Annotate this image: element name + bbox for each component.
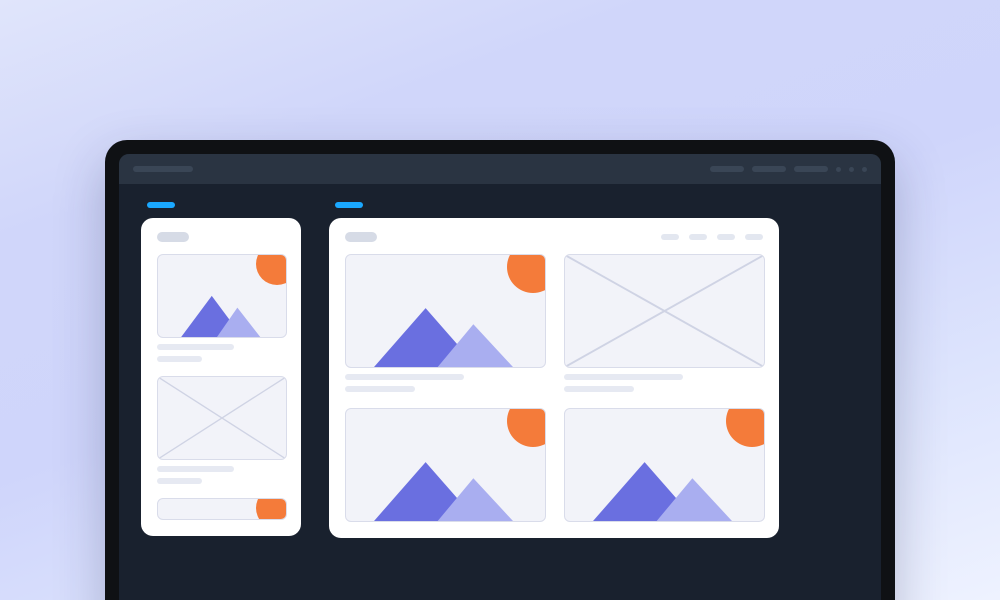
laptop-frame [105,140,895,600]
tab-indicator[interactable] [147,202,175,208]
nav-link-placeholder[interactable] [661,234,679,240]
menu-item-placeholder[interactable] [710,166,744,172]
card-thumbnail-wireframe [157,376,287,460]
window-control-dot[interactable] [849,167,854,172]
tab-indicator[interactable] [335,202,363,208]
sun-icon [256,498,287,520]
menu-item-placeholder[interactable] [794,166,828,172]
titlebar [119,154,881,184]
card-subtitle-placeholder [157,478,202,484]
card[interactable] [345,254,544,392]
nav-link-placeholder[interactable] [745,234,763,240]
card[interactable] [157,254,285,362]
mountain-icon [565,454,764,521]
window-control-dot[interactable] [862,167,867,172]
canvas-column-mobile [141,202,301,536]
card[interactable] [157,376,285,484]
mountain-icon [346,300,545,367]
card-thumbnail [157,498,287,520]
canvas-panel[interactable] [141,218,301,536]
card[interactable] [564,254,763,392]
panel-title-placeholder [157,232,189,242]
canvas-panel[interactable] [329,218,779,538]
workspace [119,184,881,600]
sun-icon [726,408,765,447]
card[interactable] [345,408,544,522]
canvas-column-desktop [329,202,779,538]
card-thumbnail [157,254,287,338]
sun-icon [507,254,546,293]
app-title-placeholder [133,166,193,172]
sun-icon [256,254,287,285]
menu-item-placeholder[interactable] [752,166,786,172]
card-thumbnail [564,408,765,522]
card[interactable] [564,408,763,522]
card-subtitle-placeholder [564,386,634,392]
card-title-placeholder [345,374,464,380]
window-control-dot[interactable] [836,167,841,172]
card-list [157,254,285,520]
card-title-placeholder [157,466,234,472]
card-thumbnail-wireframe [564,254,765,368]
card-thumbnail [345,408,546,522]
app-window [119,154,881,600]
page-background [0,0,1000,600]
nav-link-placeholder[interactable] [689,234,707,240]
card-thumbnail [345,254,546,368]
card-title-placeholder [564,374,683,380]
panel-nav [661,234,763,240]
nav-link-placeholder[interactable] [717,234,735,240]
card-title-placeholder [157,344,234,350]
card-subtitle-placeholder [345,386,415,392]
panel-title-placeholder [345,232,377,242]
mountain-icon [346,454,545,521]
card-grid [345,254,763,522]
sun-icon [507,408,546,447]
card-subtitle-placeholder [157,356,202,362]
card[interactable] [157,498,285,520]
mountain-icon [158,288,286,337]
